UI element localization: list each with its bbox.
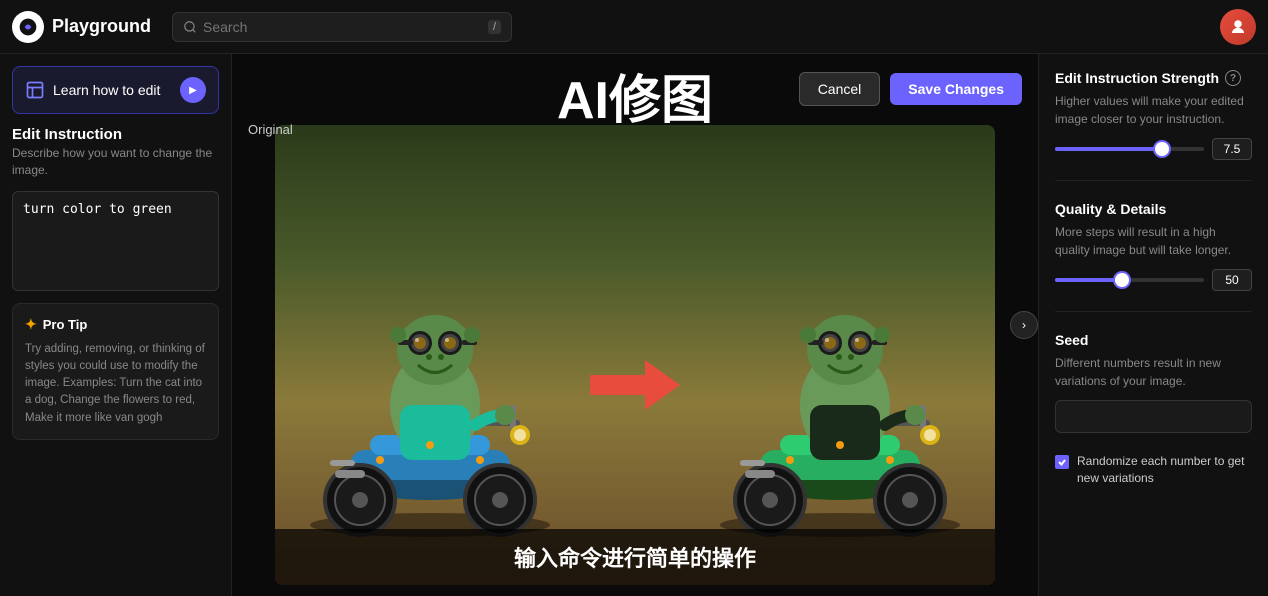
strength-title: Edit Instruction Strength (1055, 70, 1219, 86)
instruction-input[interactable]: turn color to green (12, 191, 219, 291)
logo-icon (12, 11, 44, 43)
randomize-label: Randomize each number to get new variati… (1077, 453, 1252, 487)
search-bar[interactable]: / (172, 12, 512, 42)
randomize-row: Randomize each number to get new variati… (1055, 453, 1252, 487)
checkmark-icon (1057, 457, 1067, 467)
strength-info-icon[interactable]: ? (1225, 70, 1241, 86)
quality-slider-track[interactable] (1055, 278, 1204, 282)
edit-instruction-section: Edit Instruction Describe how you want t… (12, 126, 219, 179)
logo-area: Playground (12, 11, 172, 43)
quality-slider-thumb[interactable] (1115, 273, 1129, 287)
search-input[interactable] (203, 19, 482, 35)
header: Playground / (0, 0, 1268, 54)
seed-desc: Different numbers result in new variatio… (1055, 354, 1252, 390)
frog-green-bike-svg (690, 165, 990, 545)
seed-title: Seed (1055, 332, 1252, 348)
strength-slider-value: 7.5 (1212, 138, 1252, 160)
nav-arrow-right[interactable]: › (1010, 311, 1038, 339)
user-icon (1229, 18, 1247, 36)
main-layout: Learn how to edit ▶ Edit Instruction Des… (0, 54, 1268, 596)
learn-btn-label: Learn how to edit (53, 82, 160, 98)
quality-desc: More steps will result in a high quality… (1055, 223, 1252, 259)
arrow-icon (590, 350, 680, 420)
strength-title-row: Edit Instruction Strength ? (1055, 70, 1252, 86)
strength-slider-fill (1055, 147, 1162, 151)
strength-section: Edit Instruction Strength ? Higher value… (1055, 70, 1252, 160)
logo-text: Playground (52, 16, 151, 37)
seed-input[interactable] (1055, 400, 1252, 433)
randomize-checkbox[interactable] (1055, 455, 1069, 469)
quality-title-row: Quality & Details (1055, 201, 1252, 217)
save-changes-button[interactable]: Save Changes (890, 73, 1022, 105)
canvas-area: AI修图 Cancel Save Changes Original (232, 54, 1038, 596)
pro-tip-header: ✦ Pro Tip (25, 316, 206, 333)
pro-tip-box: ✦ Pro Tip Try adding, removing, or think… (12, 303, 219, 440)
learn-how-button[interactable]: Learn how to edit ▶ (12, 66, 219, 114)
strength-desc: Higher values will make your edited imag… (1055, 92, 1252, 128)
play-icon[interactable]: ▶ (180, 77, 206, 103)
quality-section: Quality & Details More steps will result… (1055, 201, 1252, 291)
star-icon: ✦ (25, 316, 37, 333)
learn-btn-left: Learn how to edit (25, 80, 160, 100)
book-icon (25, 80, 45, 100)
strength-slider-thumb[interactable] (1155, 142, 1169, 156)
cancel-button[interactable]: Cancel (799, 72, 881, 106)
frog-background (275, 125, 995, 585)
edit-instruction-title: Edit Instruction (12, 126, 219, 143)
avatar[interactable] (1220, 9, 1256, 45)
strength-slider-row: 7.5 (1055, 138, 1252, 160)
frog-blue-bike-svg (280, 165, 580, 545)
arrow-container (590, 350, 680, 420)
divider-1 (1055, 180, 1252, 181)
seed-section: Seed Different numbers result in new var… (1055, 332, 1252, 433)
edit-instruction-desc: Describe how you want to change the imag… (12, 145, 219, 179)
frog-scene: 输入命令进行简单的操作 (275, 125, 995, 585)
quality-slider-fill (1055, 278, 1122, 282)
original-label: Original (248, 122, 293, 137)
subtitle-bar: 输入命令进行简单的操作 (275, 529, 995, 585)
slash-badge: / (488, 20, 501, 34)
canvas-header (232, 54, 1038, 70)
quality-title: Quality & Details (1055, 201, 1166, 217)
quality-slider-value: 50 (1212, 269, 1252, 291)
pro-tip-text: Try adding, removing, or thinking of sty… (25, 341, 206, 427)
pro-tip-title: Pro Tip (43, 317, 88, 332)
canvas-actions: Cancel Save Changes (799, 72, 1022, 106)
search-icon (183, 20, 197, 34)
frog-left-bike (280, 165, 580, 545)
strength-slider-track[interactable] (1055, 147, 1204, 151)
quality-slider-row: 50 (1055, 269, 1252, 291)
frog-right-bike (690, 165, 990, 545)
sidebar-left: Learn how to edit ▶ Edit Instruction Des… (0, 54, 232, 596)
sidebar-right: Edit Instruction Strength ? Higher value… (1038, 54, 1268, 596)
divider-2 (1055, 311, 1252, 312)
image-container: 输入命令进行简单的操作 › (232, 54, 1038, 596)
